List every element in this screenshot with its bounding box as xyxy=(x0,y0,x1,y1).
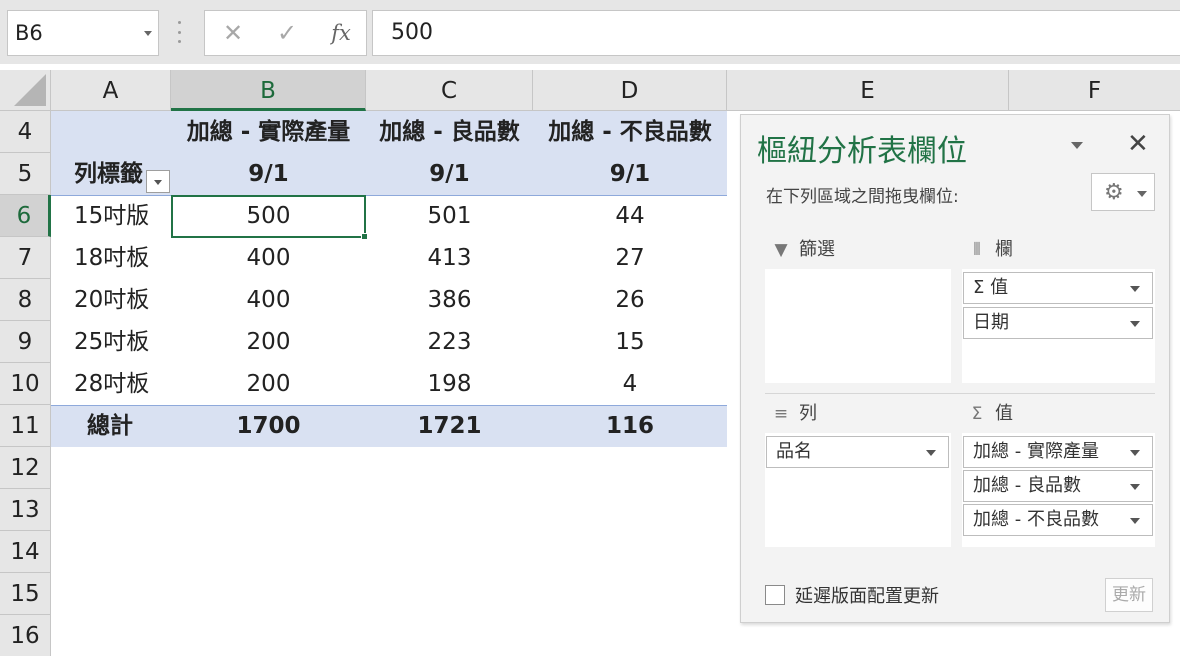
pivot-value-header[interactable]: 加總 - 不良品數 xyxy=(533,111,727,153)
pane-title: 樞紐分析表欄位 xyxy=(757,134,967,169)
pivot-value-cell[interactable]: 400 xyxy=(171,279,366,321)
values-field-chip[interactable]: 加總 - 實際產量 xyxy=(963,436,1153,468)
pivot-column-date[interactable]: 9/1 xyxy=(533,153,727,195)
chevron-down-icon[interactable] xyxy=(1130,321,1140,327)
row-header-7[interactable]: 7 xyxy=(0,237,51,279)
rows-field-chip[interactable]: 品名 xyxy=(766,436,949,468)
pivot-column-date[interactable]: 9/1 xyxy=(366,153,533,195)
confirm-entry-icon[interactable]: ✓ xyxy=(273,19,301,47)
pivot-row-name[interactable]: 15吋版 xyxy=(74,195,171,237)
gear-icon: ⚙ xyxy=(1104,180,1124,205)
row-header-6[interactable]: 6 xyxy=(0,195,51,237)
rows-area-title: ≡ 列 xyxy=(771,401,817,427)
values-area-title: Σ值 xyxy=(967,401,1013,427)
insert-function-icon[interactable]: fx xyxy=(327,19,355,47)
pivot-grand-total-cell[interactable]: 1721 xyxy=(366,405,533,447)
update-button[interactable]: 更新 xyxy=(1105,578,1153,612)
rows-icon: ≡ xyxy=(773,404,789,424)
pivot-row-name[interactable]: 18吋板 xyxy=(74,237,171,279)
pivot-value-cell[interactable]: 27 xyxy=(533,237,727,279)
pivot-field-list-pane: 樞紐分析表欄位 ✕ 在下列區域之間拖曳欄位: ⚙ ▼ 篩選 ⦀ 欄 Σ 值 日期 ≡… xyxy=(740,114,1170,623)
row-header-11[interactable]: 11 xyxy=(0,405,51,447)
sigma-icon: Σ xyxy=(971,404,983,424)
formula-input[interactable]: 500 xyxy=(372,10,1180,56)
pivot-value-cell[interactable]: 198 xyxy=(366,363,533,405)
pivot-value-cell[interactable]: 223 xyxy=(366,321,533,363)
pivot-value-cell[interactable]: 15 xyxy=(533,321,727,363)
pivot-row-name[interactable]: 20吋板 xyxy=(74,279,171,321)
defer-layout-update-checkbox[interactable] xyxy=(765,585,785,605)
pivot-row-name[interactable]: 28吋板 xyxy=(74,363,171,405)
chevron-down-icon xyxy=(154,180,162,185)
filter-icon: ▼ xyxy=(774,240,788,260)
filters-area-title: ▼ 篩選 xyxy=(771,237,835,263)
row-header-12[interactable]: 12 xyxy=(0,447,51,489)
formula-bar-resize-handle[interactable] xyxy=(177,21,181,43)
column-header-d[interactable]: D xyxy=(533,70,727,111)
pane-divider xyxy=(765,393,1155,394)
column-header-e[interactable]: E xyxy=(727,70,1009,111)
columns-field-chip[interactable]: Σ 值 xyxy=(963,272,1153,304)
pivot-row-name[interactable]: 25吋板 xyxy=(74,321,171,363)
fill-handle[interactable] xyxy=(361,233,368,240)
pivot-value-cell[interactable]: 200 xyxy=(171,363,366,405)
columns-icon: ⦀ xyxy=(973,240,981,260)
formula-bar-area: B6 ✕ ✓ fx 500 xyxy=(0,0,1180,64)
name-box-value: B6 xyxy=(15,21,43,45)
row-header-4[interactable]: 4 xyxy=(0,111,51,153)
filters-drop-area[interactable] xyxy=(765,269,951,383)
pane-options-dropdown-icon[interactable] xyxy=(1071,142,1083,149)
columns-field-chip[interactable]: 日期 xyxy=(963,307,1153,339)
row-label-filter-button[interactable] xyxy=(146,170,170,193)
chevron-down-icon[interactable] xyxy=(926,450,936,456)
chevron-down-icon[interactable] xyxy=(1130,450,1140,456)
row-header-10[interactable]: 10 xyxy=(0,363,51,405)
row-header-5[interactable]: 5 xyxy=(0,153,51,195)
chevron-down-icon[interactable] xyxy=(1130,484,1140,490)
pivot-value-cell[interactable]: 501 xyxy=(366,195,533,237)
formula-value: 500 xyxy=(391,20,433,45)
formula-bar-buttons: ✕ ✓ fx xyxy=(204,10,367,56)
column-header-f[interactable]: F xyxy=(1009,70,1180,111)
pivot-grand-total-cell[interactable]: 116 xyxy=(533,405,727,447)
pivot-value-cell[interactable]: 413 xyxy=(366,237,533,279)
active-cell-selection xyxy=(171,195,368,240)
pivot-value-cell[interactable]: 26 xyxy=(533,279,727,321)
row-header-9[interactable]: 9 xyxy=(0,321,51,363)
columns-area-title: ⦀ 欄 xyxy=(967,237,1013,263)
name-box[interactable]: B6 xyxy=(7,10,159,56)
pivot-grand-total-label[interactable]: 總計 xyxy=(87,405,171,447)
chevron-down-icon[interactable] xyxy=(1130,286,1140,292)
pivot-value-cell[interactable]: 386 xyxy=(366,279,533,321)
pivot-value-cell[interactable]: 200 xyxy=(171,321,366,363)
pivot-value-cell[interactable]: 4 xyxy=(533,363,727,405)
row-header-15[interactable]: 15 xyxy=(0,573,51,615)
pivot-value-header[interactable]: 加總 - 良品數 xyxy=(366,111,533,153)
field-list-settings-button[interactable]: ⚙ xyxy=(1091,173,1155,211)
row-header-16[interactable]: 16 xyxy=(0,615,51,656)
defer-layout-update-label: 延遲版面配置更新 xyxy=(795,586,939,607)
pivot-column-date[interactable]: 9/1 xyxy=(171,153,366,195)
select-all-corner[interactable] xyxy=(0,70,51,111)
row-header-13[interactable]: 13 xyxy=(0,489,51,531)
name-box-dropdown-icon[interactable] xyxy=(144,31,152,36)
row-header-14[interactable]: 14 xyxy=(0,531,51,573)
pivot-value-cell[interactable]: 44 xyxy=(533,195,727,237)
chevron-down-icon[interactable] xyxy=(1130,518,1140,524)
values-field-chip[interactable]: 加總 - 良品數 xyxy=(963,470,1153,502)
row-header-8[interactable]: 8 xyxy=(0,279,51,321)
column-header-c[interactable]: C xyxy=(366,70,533,111)
chevron-down-icon xyxy=(1137,191,1147,197)
column-header-a[interactable]: A xyxy=(51,70,171,111)
pivot-value-cell[interactable]: 400 xyxy=(171,237,366,279)
cancel-entry-icon[interactable]: ✕ xyxy=(219,19,247,47)
close-icon[interactable]: ✕ xyxy=(1127,129,1149,159)
column-header-b[interactable]: B xyxy=(171,70,366,111)
values-field-chip[interactable]: 加總 - 不良品數 xyxy=(963,504,1153,536)
pane-subtitle: 在下列區域之間拖曳欄位: xyxy=(766,187,959,207)
pivot-grand-total-cell[interactable]: 1700 xyxy=(171,405,366,447)
pivot-value-header[interactable]: 加總 - 實際產量 xyxy=(171,111,366,153)
